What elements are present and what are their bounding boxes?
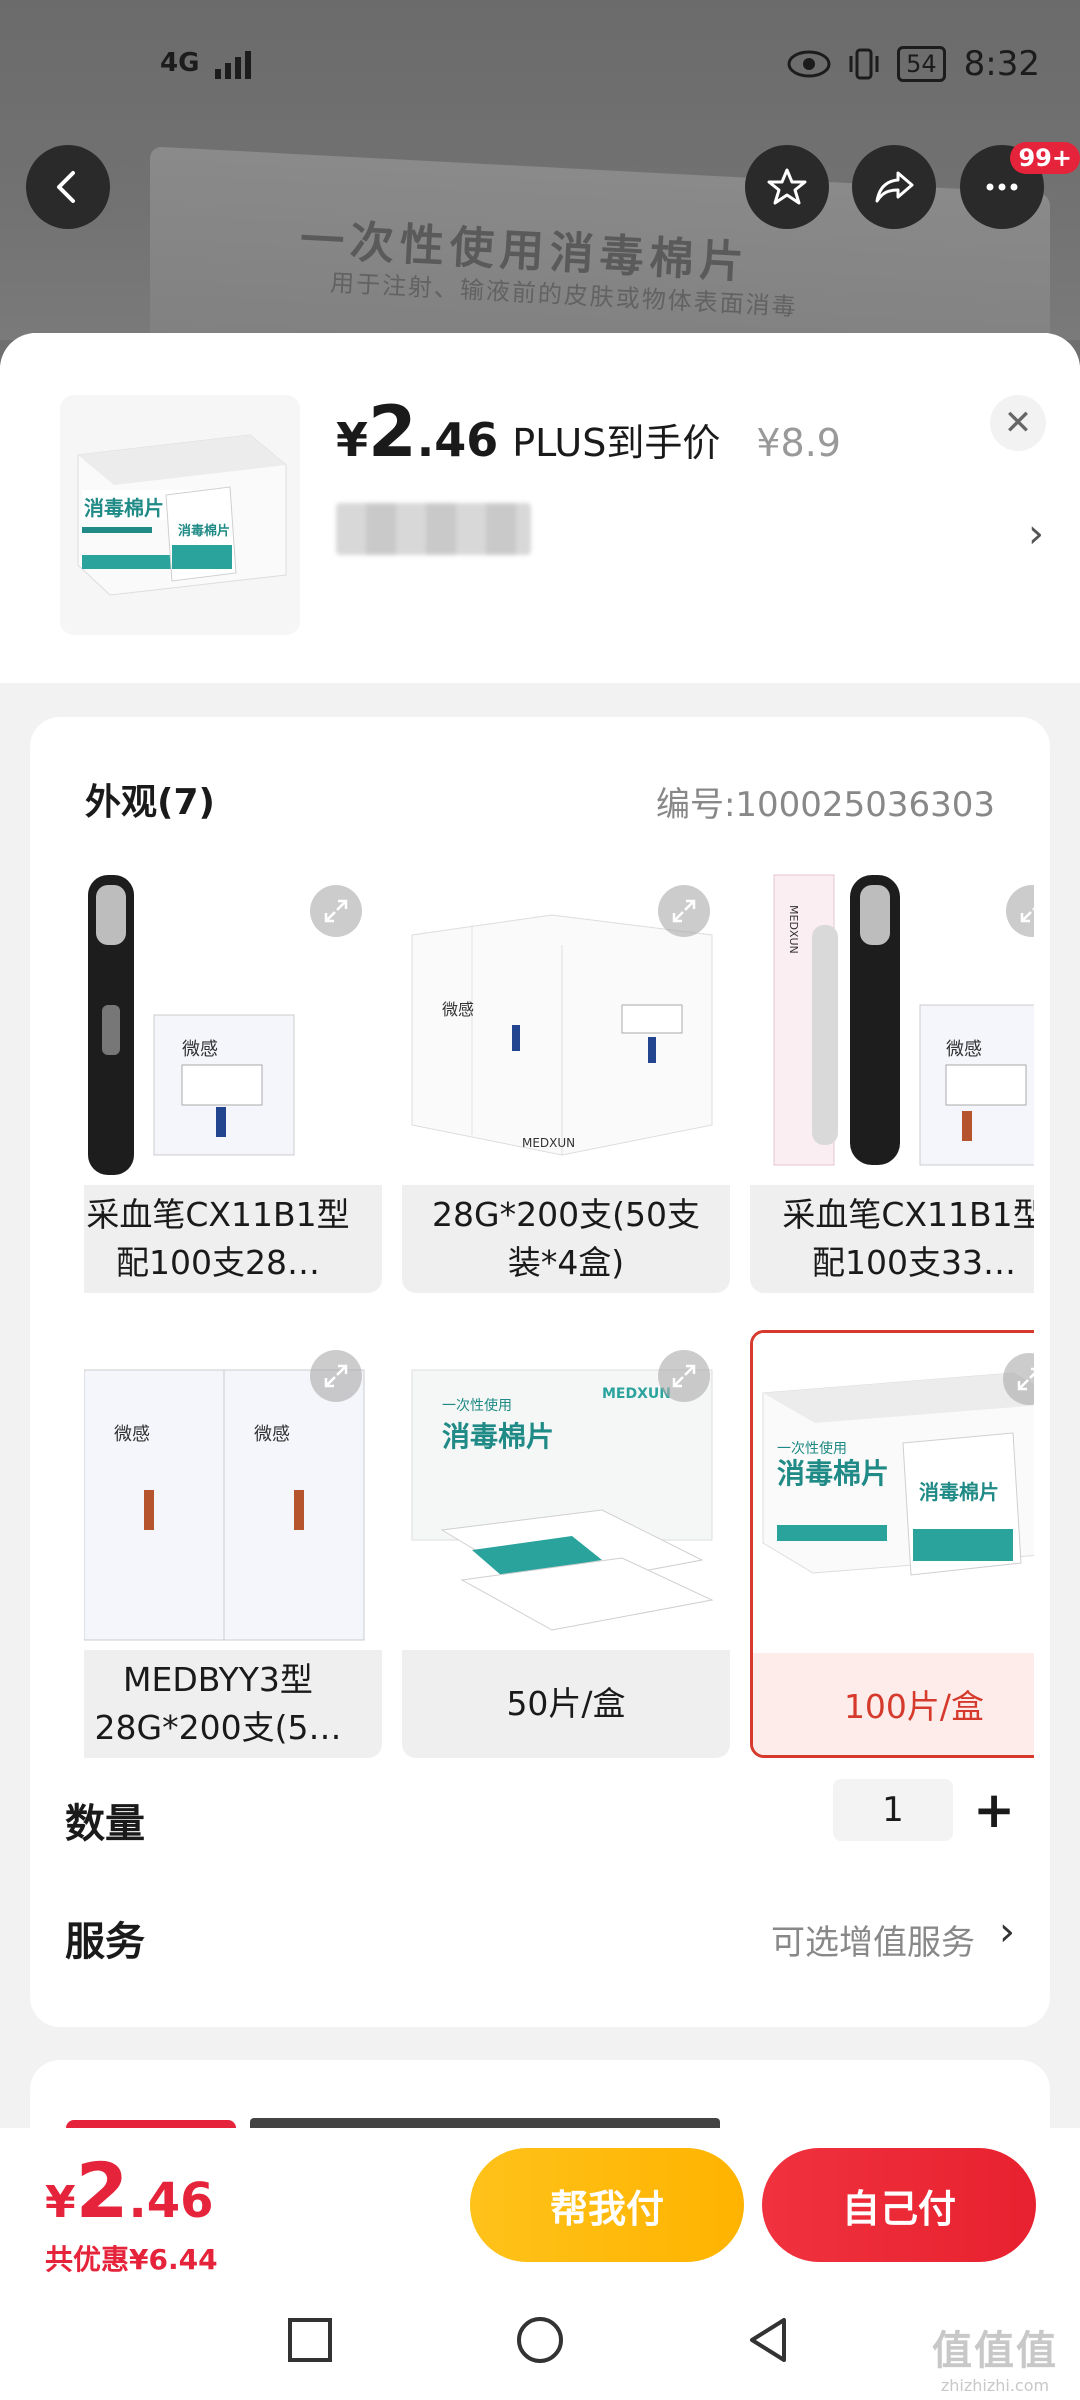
notification-badge: 99+ bbox=[1010, 142, 1080, 174]
option-tile[interactable]: 微感 MEDXUN 28G*200支(50支装*4盒) bbox=[402, 865, 730, 1293]
eye-icon bbox=[787, 50, 831, 78]
sku-number: 编号:100025036303 bbox=[655, 785, 995, 825]
back-button[interactable] bbox=[26, 145, 110, 229]
service-value: 可选增值服务 bbox=[771, 1923, 975, 1963]
network-type: 4G bbox=[160, 48, 200, 78]
share-icon bbox=[875, 171, 914, 203]
network-signal-icon: 4G bbox=[160, 48, 257, 79]
sku-selection-sheet: 消毒棉片 消毒棉片 ¥ 2 .46 PLUS到手价 ¥8.9 ✕ › 外观(7)… bbox=[0, 333, 1080, 2400]
brand-logo-text: MEDXUN bbox=[787, 905, 800, 954]
plus-price-label: PLUS到手价 bbox=[512, 421, 721, 465]
system-nav-bar bbox=[0, 2280, 1080, 2400]
appearance-title: 外观(7) bbox=[85, 782, 215, 823]
bottom-action-bar: ¥ 2 .46 共优惠¥6.44 帮我付 自己付 bbox=[0, 2128, 1080, 2280]
option-image: 一次性使用 消毒棉片 消毒棉片 bbox=[753, 1333, 1034, 1653]
expand-icon[interactable] bbox=[658, 885, 710, 937]
quantity-label: 数量 bbox=[65, 1801, 145, 1847]
price-integer: 2 bbox=[368, 391, 417, 473]
options-card: 外观(7) 编号:100025036303 微感 采血笔CX11B1型 配100… bbox=[30, 717, 1050, 2027]
expand-icon[interactable] bbox=[310, 885, 362, 937]
service-row[interactable]: 服务 可选增值服务 › bbox=[65, 1895, 1015, 1975]
quantity-input[interactable]: 1 bbox=[833, 1779, 953, 1841]
clock-time: 8:32 bbox=[963, 44, 1040, 84]
option-label: 采血笔CX11B1型 配100支28… bbox=[84, 1185, 382, 1293]
option-tile[interactable]: 微感 微感 MEDBYY3型 28G*200支(5… bbox=[84, 1330, 382, 1758]
total-price-decimal: .46 bbox=[128, 2173, 214, 2229]
option-label: 100片/盒 bbox=[753, 1653, 1034, 1755]
option-tile[interactable]: 微感 采血笔CX11B1型 配100支28… bbox=[84, 865, 382, 1293]
watermark-logo: 值值值 bbox=[932, 2328, 1058, 2374]
back-triangle-icon[interactable] bbox=[738, 2308, 802, 2372]
wipes-tag-text: 一次性使用 bbox=[777, 1440, 847, 1457]
option-label: 28G*200支(50支装*4盒) bbox=[402, 1185, 730, 1293]
battery-icon: 54 bbox=[897, 46, 946, 82]
signal-bars-icon bbox=[214, 50, 251, 79]
star-icon bbox=[767, 168, 807, 205]
status-bar: 4G 54 8:32 bbox=[0, 0, 1080, 130]
blurred-product-name bbox=[336, 503, 531, 555]
watermark-url: zhizhizhi.com bbox=[940, 2376, 1050, 2395]
lancet-brand-text: 微感 bbox=[182, 1039, 218, 1060]
option-grid: 微感 采血笔CX11B1型 配100支28… 微感 MEDXUN 28G*200… bbox=[84, 865, 1034, 1765]
chevron-left-icon bbox=[57, 171, 75, 203]
option-label: 50片/盒 bbox=[402, 1650, 730, 1758]
lancet-brand-text: 微感 bbox=[254, 1424, 290, 1445]
wipes-title-text: 消毒棉片 bbox=[442, 1420, 554, 1453]
close-button[interactable]: ✕ bbox=[990, 395, 1046, 451]
wipes-box-image: 消毒棉片 消毒棉片 bbox=[60, 395, 300, 635]
total-price: ¥ 2 .46 bbox=[45, 2146, 214, 2235]
quantity-plus-button[interactable]: + bbox=[973, 1781, 1015, 1839]
lancet-brand-text: 微感 bbox=[114, 1424, 150, 1445]
wipes-title-text: 消毒棉片 bbox=[777, 1457, 889, 1490]
option-label: 采血笔CX11B1型 配100支33… bbox=[750, 1185, 1034, 1293]
original-price: ¥8.9 bbox=[756, 421, 841, 465]
vibrate-icon bbox=[849, 48, 879, 80]
status-icons: 54 8:32 bbox=[787, 44, 1040, 84]
option-tile-selected[interactable]: 一次性使用 消毒棉片 消毒棉片 100片/盒 bbox=[750, 1330, 1034, 1758]
total-currency: ¥ bbox=[45, 2177, 76, 2228]
option-label: MEDBYY3型 28G*200支(5… bbox=[84, 1650, 382, 1758]
help-me-pay-button[interactable]: 帮我付 bbox=[470, 2148, 744, 2262]
lancet-brand-text: 微感 bbox=[442, 1000, 474, 1019]
favorite-button[interactable] bbox=[745, 145, 829, 229]
site-watermark: 值值值 zhizhizhi.com bbox=[932, 2318, 1058, 2395]
share-button[interactable] bbox=[852, 145, 936, 229]
sheet-header: 消毒棉片 消毒棉片 ¥ 2 .46 PLUS到手价 ¥8.9 ✕ › bbox=[0, 333, 1080, 683]
chevron-right-icon: › bbox=[999, 1909, 1015, 1955]
total-price-integer: 2 bbox=[75, 2146, 129, 2235]
wipes-sachet-text: 消毒棉片 bbox=[919, 1480, 999, 1504]
wipes-sachet-text: 消毒棉片 bbox=[178, 523, 230, 539]
price-decimal: .46 bbox=[416, 413, 499, 467]
service-label: 服务 bbox=[65, 1919, 145, 1965]
wipes-title-text: 消毒棉片 bbox=[84, 496, 164, 520]
product-thumbnail[interactable]: 消毒棉片 消毒棉片 bbox=[60, 395, 300, 635]
pay-myself-button[interactable]: 自己付 bbox=[762, 2148, 1036, 2262]
option-image: MEDXUN 微感 bbox=[750, 865, 1034, 1185]
wipes-tag-text: 一次性使用 bbox=[442, 1397, 512, 1414]
chevron-right-icon[interactable]: › bbox=[1028, 511, 1044, 557]
option-tile[interactable]: 一次性使用 消毒棉片 MEDXUN 50片/盒 bbox=[402, 1330, 730, 1758]
currency-symbol: ¥ bbox=[336, 413, 369, 467]
option-tile[interactable]: MEDXUN 微感 采血笔CX11B1型 配100支33… bbox=[750, 865, 1034, 1293]
recents-square-icon[interactable] bbox=[278, 2308, 342, 2372]
quantity-row: 数量 − 1 + bbox=[65, 1779, 1015, 1859]
expand-icon[interactable] bbox=[310, 1350, 362, 1402]
sheet-price: ¥ 2 .46 PLUS到手价 ¥8.9 bbox=[336, 391, 841, 473]
brand-logo-text: MEDXUN bbox=[522, 1136, 575, 1150]
home-circle-icon[interactable] bbox=[508, 2308, 572, 2372]
expand-icon[interactable] bbox=[658, 1350, 710, 1402]
discount-text: 共优惠¥6.44 bbox=[45, 2243, 218, 2276]
lancet-brand-text: 微感 bbox=[946, 1039, 982, 1060]
